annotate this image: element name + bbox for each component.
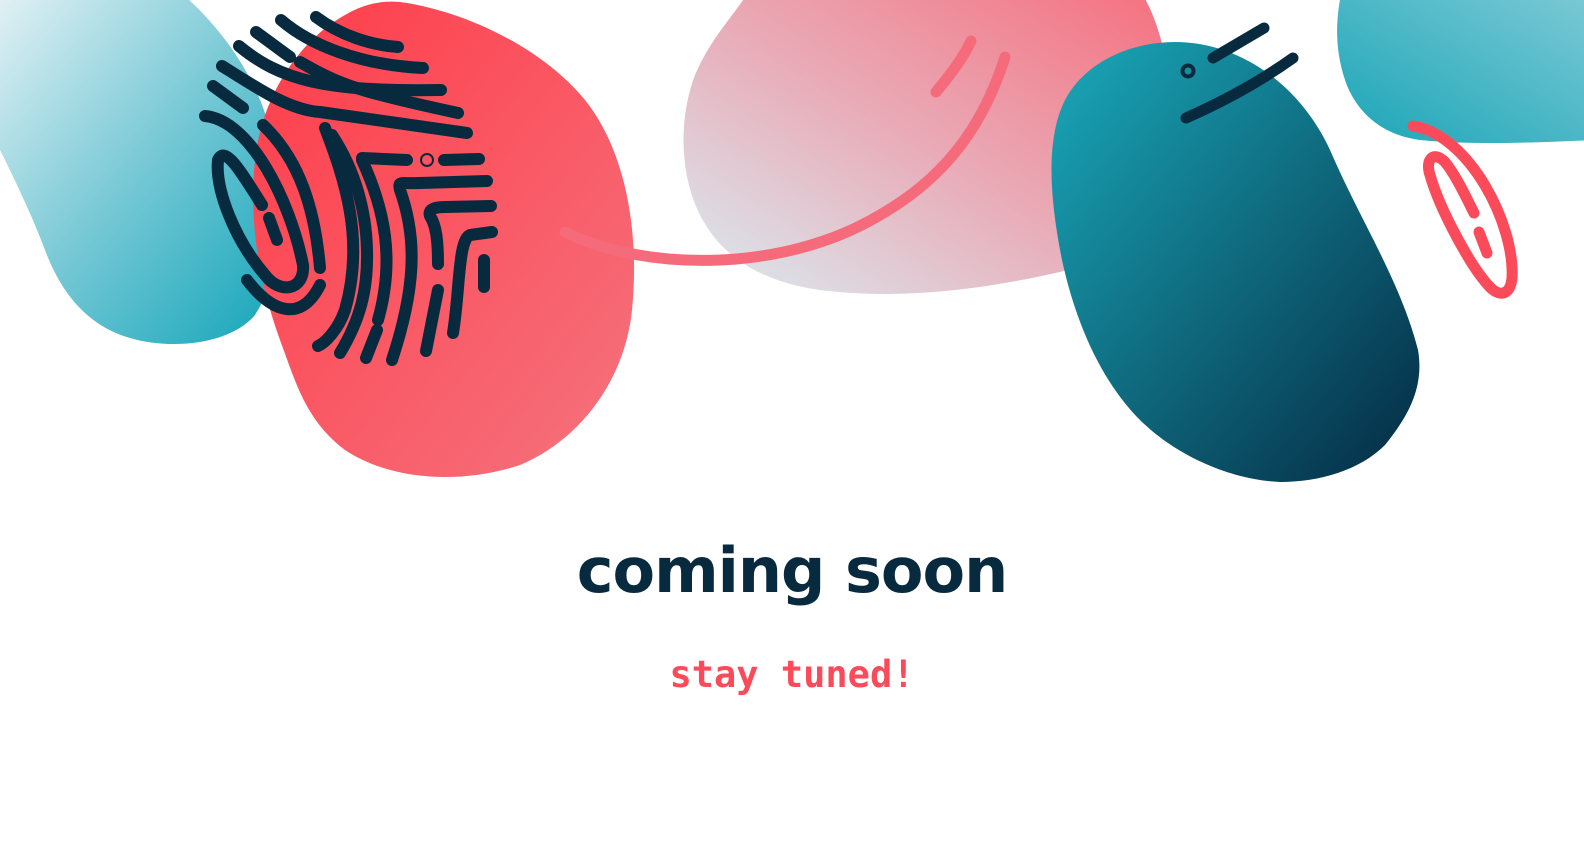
coming-soon-page: coming soon stay tuned! [0,0,1584,854]
headline: coming soon [576,534,1009,607]
tagline: stay tuned! [669,653,915,696]
red-oval-loop [1407,120,1518,299]
teal-blob-right [1337,0,1584,144]
decorative-illustration [0,0,1584,482]
